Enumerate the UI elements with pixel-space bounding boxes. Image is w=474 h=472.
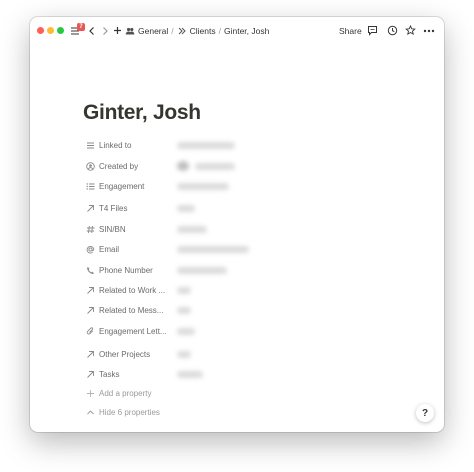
minimize-window-button[interactable]: [47, 27, 54, 34]
add-property-button[interactable]: Add a property: [85, 388, 151, 398]
property-value[interactable]: [177, 370, 203, 378]
property-value[interactable]: [195, 162, 235, 170]
chevron-up-icon: [85, 407, 95, 417]
paperclip-icon: [85, 326, 95, 336]
property-row-t4-files[interactable]: T4 Files: [85, 201, 425, 215]
back-button[interactable]: [88, 23, 96, 38]
avatar: [177, 161, 189, 171]
page-title[interactable]: Ginter, Josh: [83, 101, 201, 125]
property-label: Other Projects: [99, 349, 151, 359]
breadcrumb-clients[interactable]: Clients: [190, 26, 216, 36]
property-label: Related to Mess...: [99, 305, 164, 315]
property-value[interactable]: [177, 306, 191, 314]
share-button[interactable]: Share: [339, 23, 362, 38]
forward-button[interactable]: [101, 23, 109, 38]
property-label: Created by: [99, 161, 139, 171]
hash-icon: [85, 224, 95, 234]
comment-icon: [368, 26, 377, 36]
property-value[interactable]: [177, 141, 235, 149]
property-value[interactable]: [177, 245, 249, 253]
hide-properties-button[interactable]: Hide 6 properties: [85, 407, 160, 417]
plus-icon: [114, 27, 121, 34]
property-label: Phone Number: [99, 265, 153, 275]
clock-icon: [387, 25, 398, 36]
property-value[interactable]: [177, 286, 191, 294]
person-circle-icon: [85, 161, 95, 171]
property-row-related-to-work[interactable]: Related to Work ...: [85, 283, 425, 297]
property-value[interactable]: [177, 182, 229, 190]
property-label: Linked to: [99, 140, 132, 150]
arrow-up-right-icon: [85, 369, 95, 379]
property-row-email[interactable]: Email: [85, 242, 425, 256]
arrow-up-right-icon: [85, 305, 95, 315]
bulleted-list-icon: [85, 181, 95, 191]
property-row-sin-bn[interactable]: SIN/BN: [85, 222, 425, 236]
property-row-engagement[interactable]: Engagement: [85, 179, 425, 193]
property-label: Related to Work ...: [99, 285, 166, 295]
close-window-button[interactable]: [37, 27, 44, 34]
property-row-other-projects[interactable]: Other Projects: [85, 347, 425, 361]
property-row-created-by[interactable]: Created by: [85, 159, 425, 173]
hide-properties-label: Hide 6 properties: [99, 407, 160, 417]
arrow-up-right-icon: [85, 203, 95, 213]
property-row-engagement-letter[interactable]: Engagement Lett...: [85, 324, 425, 338]
breadcrumb-separator: /: [171, 25, 174, 36]
clients-icon: [177, 26, 187, 36]
app-window: 7 General / Clients / Ginter, Josh Share…: [30, 17, 444, 432]
more-options-button[interactable]: [423, 23, 435, 38]
star-icon: [405, 25, 416, 36]
property-label: SIN/BN: [99, 224, 126, 234]
maximize-window-button[interactable]: [57, 27, 64, 34]
property-value[interactable]: [177, 204, 195, 212]
phone-icon: [85, 265, 95, 275]
property-label: T4 Files: [99, 203, 128, 213]
updates-button[interactable]: [387, 23, 398, 38]
help-button[interactable]: ?: [416, 404, 434, 422]
chevron-right-icon: [103, 26, 108, 35]
favorite-button[interactable]: [405, 23, 416, 38]
property-value[interactable]: [177, 327, 195, 335]
property-value[interactable]: [177, 266, 227, 274]
property-label: Tasks: [99, 369, 120, 379]
lines-icon: [85, 140, 95, 150]
chevron-left-icon: [89, 26, 94, 35]
property-row-linked-to[interactable]: Linked to: [85, 138, 425, 152]
property-label: Engagement Lett...: [99, 326, 167, 336]
property-label: Email: [99, 244, 120, 254]
people-icon: [125, 26, 135, 36]
plus-icon: [85, 388, 95, 398]
property-value[interactable]: [177, 350, 191, 358]
breadcrumb-separator: /: [218, 25, 221, 36]
property-row-phone-number[interactable]: Phone Number: [85, 263, 425, 277]
new-page-button[interactable]: [113, 23, 122, 38]
add-property-label: Add a property: [99, 388, 152, 398]
property-label: Engagement: [99, 181, 145, 191]
titlebar: 7 General / Clients / Ginter, Josh Share: [30, 17, 444, 44]
property-row-related-to-messages[interactable]: Related to Mess...: [85, 303, 425, 317]
breadcrumb-current-page[interactable]: Ginter, Josh: [224, 26, 269, 36]
breadcrumb-general[interactable]: General: [138, 26, 168, 36]
comments-button[interactable]: [367, 23, 378, 38]
arrow-up-right-icon: [85, 349, 95, 359]
property-row-tasks[interactable]: Tasks: [85, 367, 425, 381]
more-horizontal-icon: [423, 29, 435, 32]
breadcrumb: General / Clients / Ginter, Josh: [125, 23, 269, 38]
property-value[interactable]: [177, 225, 207, 233]
notification-badge: 7: [77, 23, 85, 31]
at-icon: [85, 244, 95, 254]
arrow-up-right-icon: [85, 285, 95, 295]
